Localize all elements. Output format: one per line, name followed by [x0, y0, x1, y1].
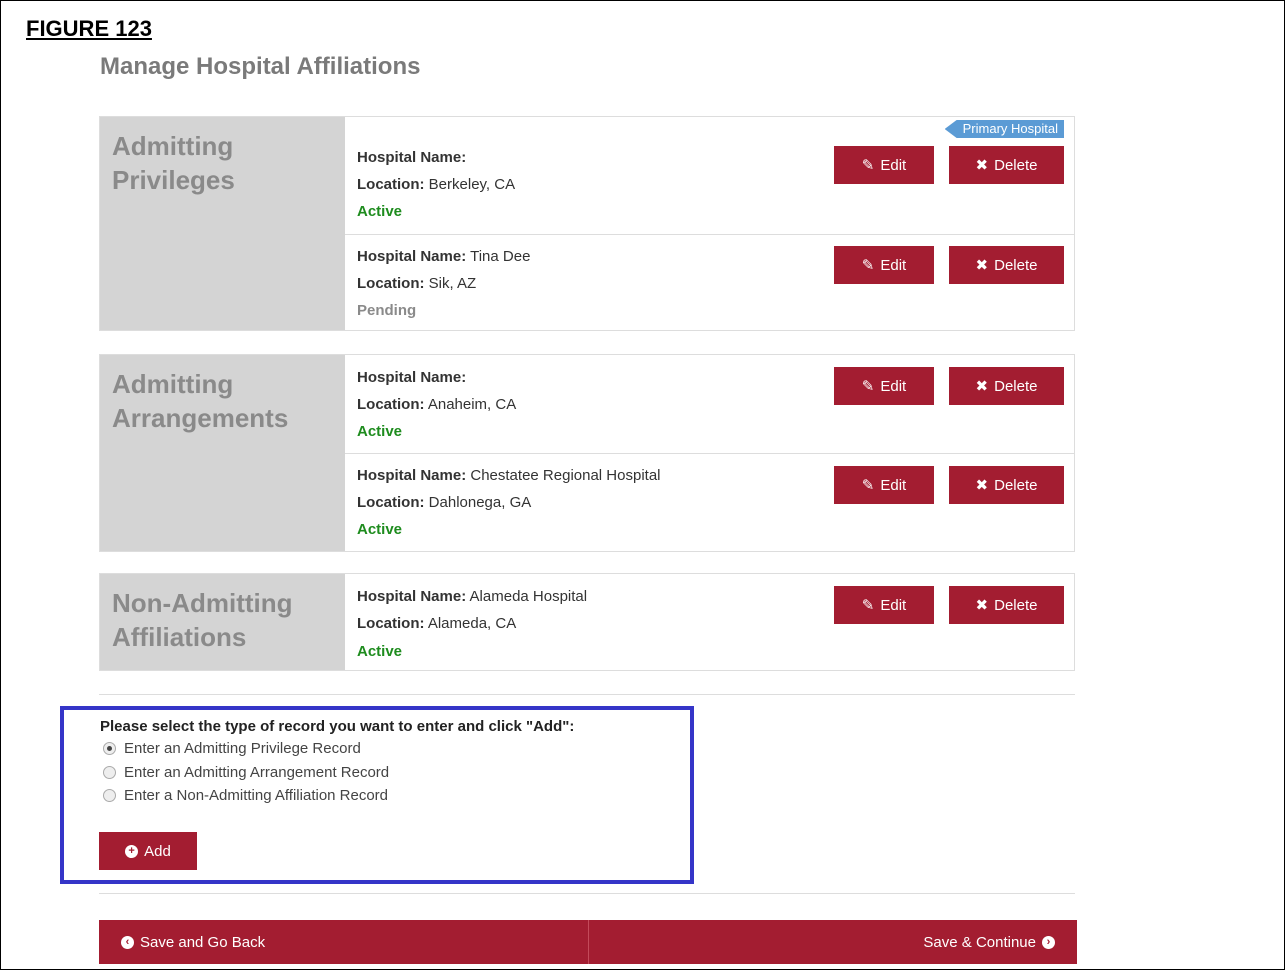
delete-icon: ✖ — [975, 378, 989, 395]
record-type-prompt: Please select the type of record you wan… — [100, 718, 575, 735]
page-title: Manage Hospital Affiliations — [100, 53, 421, 80]
delete-button[interactable]: ✖ Delete — [949, 246, 1064, 284]
delete-button[interactable]: ✖ Delete — [949, 367, 1064, 405]
status-badge: Active — [357, 643, 403, 660]
delete-icon: ✖ — [975, 597, 989, 614]
delete-icon: ✖ — [975, 157, 989, 174]
hospital-name-label: Hospital Name: — [357, 467, 467, 484]
record-item: Hospital Name: Chestatee Regional Hospit… — [345, 454, 1074, 553]
divider — [99, 694, 1075, 695]
delete-label: Delete — [994, 476, 1038, 494]
location-value: Sik, AZ — [428, 275, 477, 292]
edit-button[interactable]: ✎ Edit — [834, 146, 934, 184]
group-title: Admitting Privileges — [100, 117, 345, 330]
radio-unchecked-icon[interactable] — [103, 766, 116, 779]
radio-option-admitting-privilege[interactable]: Enter an Admitting Privilege Record — [103, 740, 361, 757]
add-label: Add — [144, 842, 171, 860]
status-badge: Active — [357, 203, 403, 220]
delete-label: Delete — [994, 156, 1038, 174]
edit-icon: ✎ — [861, 597, 875, 614]
edit-label: Edit — [880, 156, 907, 174]
location-label: Location: — [357, 396, 425, 413]
record-item: Hospital Name: Alameda Hospital Location… — [345, 574, 1074, 670]
hospital-name-label: Hospital Name: — [357, 588, 467, 605]
edit-icon: ✎ — [861, 257, 875, 274]
hospital-name-value: Alameda Hospital — [469, 588, 588, 605]
location-value: Anaheim, CA — [427, 396, 517, 413]
hospital-name-value: Chestatee Regional Hospital — [470, 467, 661, 484]
delete-button[interactable]: ✖ Delete — [949, 586, 1064, 624]
radio-checked-icon[interactable] — [103, 742, 116, 755]
delete-button[interactable]: ✖ Delete — [949, 466, 1064, 504]
hospital-name-label: Hospital Name: — [357, 248, 467, 265]
continue-label: Save & Continue — [923, 933, 1036, 951]
edit-label: Edit — [880, 596, 907, 614]
location-label: Location: — [357, 275, 425, 292]
edit-label: Edit — [880, 476, 907, 494]
status-badge: Active — [357, 521, 403, 538]
arrow-right-circle-icon: › — [1042, 935, 1055, 949]
back-label: Save and Go Back — [140, 933, 266, 951]
radio-option-admitting-arrangement[interactable]: Enter an Admitting Arrangement Record — [103, 764, 389, 781]
status-badge: Pending — [357, 302, 417, 319]
radio-unchecked-icon[interactable] — [103, 789, 116, 802]
hospital-name-label: Hospital Name: — [357, 369, 467, 386]
plus-circle-icon: + — [125, 844, 139, 858]
figure-label: FIGURE 123 — [26, 16, 152, 41]
edit-button[interactable]: ✎ Edit — [834, 367, 934, 405]
location-value: Berkeley, CA — [428, 176, 516, 193]
arrow-left-circle-icon: ‹ — [121, 935, 134, 949]
edit-label: Edit — [880, 377, 907, 395]
radio-option-non-admitting-affiliation[interactable]: Enter a Non-Admitting Affiliation Record — [103, 787, 388, 804]
radio-label: Enter a Non-Admitting Affiliation Record — [124, 787, 389, 804]
edit-button[interactable]: ✎ Edit — [834, 586, 934, 624]
add-button[interactable]: + Add — [99, 832, 197, 870]
delete-label: Delete — [994, 256, 1038, 274]
delete-label: Delete — [994, 596, 1038, 614]
record-item: Hospital Name: Tina Dee Location: Sik, A… — [345, 235, 1074, 332]
group-admitting-privileges: Admitting Privileges Primary Hospital Ho… — [99, 116, 1075, 331]
radio-label: Enter an Admitting Arrangement Record — [124, 764, 390, 781]
group-title: Admitting Arrangements — [100, 355, 345, 551]
hospital-name-value: Tina Dee — [470, 248, 531, 265]
group-non-admitting-affiliations: Non-Admitting Affiliations Hospital Name… — [99, 573, 1075, 671]
status-badge: Active — [357, 423, 403, 440]
location-label: Location: — [357, 615, 425, 632]
hospital-name-label: Hospital Name: — [357, 149, 467, 166]
edit-icon: ✎ — [861, 378, 875, 395]
save-and-go-back-button[interactable]: ‹ Save and Go Back — [99, 920, 588, 964]
footer-nav: ‹ Save and Go Back Save & Continue › — [99, 920, 1077, 964]
group-title: Non-Admitting Affiliations — [100, 574, 345, 670]
delete-icon: ✖ — [975, 477, 989, 494]
edit-icon: ✎ — [861, 157, 875, 174]
delete-label: Delete — [994, 377, 1038, 395]
primary-hospital-tag: Primary Hospital — [944, 120, 1064, 138]
edit-label: Edit — [880, 256, 907, 274]
delete-icon: ✖ — [975, 257, 989, 274]
group-admitting-arrangements: Admitting Arrangements Hospital Name: Lo… — [99, 354, 1075, 552]
record-item: Primary Hospital Hospital Name: Location… — [345, 117, 1074, 235]
location-value: Dahlonega, GA — [428, 494, 532, 511]
location-value: Alameda, CA — [427, 615, 517, 632]
record-item: Hospital Name: Location: Anaheim, CA Act… — [345, 355, 1074, 454]
radio-label: Enter an Admitting Privilege Record — [124, 740, 361, 757]
edit-icon: ✎ — [861, 477, 875, 494]
delete-button[interactable]: ✖ Delete — [949, 146, 1064, 184]
edit-button[interactable]: ✎ Edit — [834, 466, 934, 504]
divider — [99, 893, 1075, 894]
edit-button[interactable]: ✎ Edit — [834, 246, 934, 284]
save-and-continue-button[interactable]: Save & Continue › — [587, 920, 1078, 964]
location-label: Location: — [357, 176, 425, 193]
location-label: Location: — [357, 494, 425, 511]
